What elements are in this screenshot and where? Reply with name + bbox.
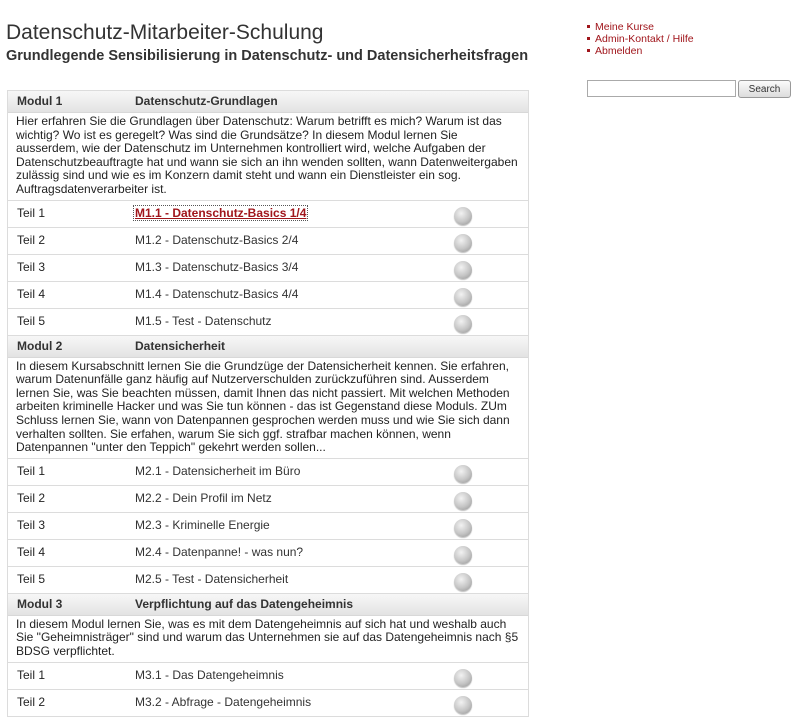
status-circle-icon bbox=[454, 695, 472, 714]
part-title: M1.2 - Datenschutz-Basics 2/4 bbox=[135, 232, 299, 247]
part-row: Teil 4 M2.4 - Datenpanne! - was nun? bbox=[8, 540, 528, 567]
part-row: Teil 2 M2.2 - Dein Profil im Netz bbox=[8, 486, 528, 513]
status-circle-icon bbox=[454, 668, 472, 687]
part-number: Teil 4 bbox=[17, 544, 46, 559]
module-label: Modul 3 bbox=[17, 596, 63, 611]
part-number: Teil 3 bbox=[17, 259, 46, 274]
search-input[interactable] bbox=[587, 80, 736, 97]
part-number: Teil 1 bbox=[17, 205, 46, 220]
part-row: Teil 1 M2.1 - Datensicherheit im Büro bbox=[8, 459, 528, 486]
part-row: Teil 2 M3.2 - Abfrage - Datengeheimnis bbox=[8, 690, 528, 717]
logout-link[interactable]: Abmelden bbox=[587, 45, 694, 57]
module-label: Modul 1 bbox=[17, 94, 63, 108]
admin-contact-link[interactable]: Admin-Kontakt / Hilfe bbox=[587, 33, 694, 45]
search-button[interactable]: Search bbox=[738, 80, 791, 98]
part-number: Teil 2 bbox=[17, 232, 46, 247]
top-links: Meine Kurse Admin-Kontakt / Hilfe Abmeld… bbox=[587, 21, 694, 57]
status-circle-icon bbox=[454, 206, 472, 225]
part-row: Teil 5 M2.5 - Test - Datensicherheit bbox=[8, 567, 528, 594]
module-description: In diesem Kursabschnitt lernen Sie die G… bbox=[8, 358, 528, 459]
page-title: Datenschutz-Mitarbeiter-Schulung bbox=[6, 21, 324, 44]
part-row: Teil 2 M1.2 - Datenschutz-Basics 2/4 bbox=[8, 228, 528, 255]
part-row: Teil 3 M1.3 - Datenschutz-Basics 3/4 bbox=[8, 255, 528, 282]
part-title: M1.4 - Datenschutz-Basics 4/4 bbox=[135, 286, 299, 301]
status-circle-icon bbox=[454, 491, 472, 510]
part-row: Teil 5 M1.5 - Test - Datenschutz bbox=[8, 309, 528, 336]
part-number: Teil 1 bbox=[17, 463, 46, 478]
part-title: M3.2 - Abfrage - Datengeheimnis bbox=[135, 694, 312, 709]
module-header: Modul 1 Datenschutz-Grundlagen bbox=[8, 91, 528, 113]
part-number: Teil 3 bbox=[17, 517, 46, 532]
part-title: M1.5 - Test - Datenschutz bbox=[135, 313, 272, 328]
module-label: Modul 2 bbox=[17, 338, 63, 353]
part-number: Teil 5 bbox=[17, 313, 46, 328]
part-title: M2.3 - Kriminelle Energie bbox=[135, 517, 270, 532]
status-circle-icon bbox=[454, 464, 472, 483]
part-title: M2.2 - Dein Profil im Netz bbox=[135, 490, 272, 505]
module-description: In diesem Modul lernen Sie, was es mit d… bbox=[8, 616, 528, 663]
module-description: Hier erfahren Sie die Grundlagen über Da… bbox=[8, 113, 528, 201]
part-number: Teil 2 bbox=[17, 490, 46, 505]
status-circle-icon bbox=[454, 545, 472, 564]
part-number: Teil 4 bbox=[17, 286, 46, 301]
module-name: Verpflichtung auf das Datengeheimnis bbox=[135, 596, 354, 611]
page-subtitle: Grundlegende Sensibilisierung in Datensc… bbox=[6, 48, 529, 64]
part-row: Teil 1 M3.1 - Das Datengeheimnis bbox=[8, 663, 528, 690]
part-number: Teil 1 bbox=[17, 667, 46, 682]
part-number: Teil 5 bbox=[17, 571, 46, 586]
module-name: Datensicherheit bbox=[135, 338, 226, 353]
status-circle-icon bbox=[454, 518, 472, 537]
part-number: Teil 2 bbox=[17, 694, 46, 709]
status-circle-icon bbox=[454, 314, 472, 333]
part-title: M2.5 - Test - Datensicherheit bbox=[135, 571, 289, 586]
course-table: Modul 1 Datenschutz-Grundlagen Hier erfa… bbox=[7, 90, 529, 717]
part-row: Teil 4 M1.4 - Datenschutz-Basics 4/4 bbox=[8, 282, 528, 309]
status-circle-icon bbox=[454, 287, 472, 306]
part-title: M3.1 - Das Datengeheimnis bbox=[135, 667, 284, 682]
part-link[interactable]: M1.1 - Datenschutz-Basics 1/4 bbox=[132, 204, 309, 221]
module-header: Modul 3 Verpflichtung auf das Datengehei… bbox=[8, 593, 528, 616]
part-title: M2.1 - Datensicherheit im Büro bbox=[135, 463, 301, 478]
part-row: Teil 3 M2.3 - Kriminelle Energie bbox=[8, 513, 528, 540]
part-title: M1.3 - Datenschutz-Basics 3/4 bbox=[135, 259, 299, 274]
my-courses-link[interactable]: Meine Kurse bbox=[587, 21, 694, 33]
status-circle-icon bbox=[454, 572, 472, 591]
part-title: M2.4 - Datenpanne! - was nun? bbox=[135, 544, 304, 559]
part-row: Teil 1 M1.1 - Datenschutz-Basics 1/4 bbox=[8, 201, 528, 228]
module-header: Modul 2 Datensicherheit bbox=[8, 335, 528, 358]
status-circle-icon bbox=[454, 233, 472, 252]
module-name: Datenschutz-Grundlagen bbox=[135, 94, 278, 108]
status-circle-icon bbox=[454, 260, 472, 279]
